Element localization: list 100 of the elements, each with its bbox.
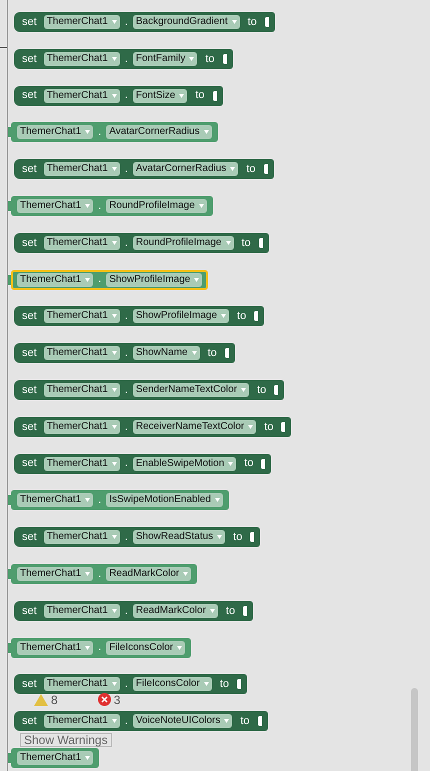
caret-icon	[112, 719, 117, 724]
component-dropdown[interactable]: ThemerChat1	[17, 198, 94, 213]
getter-block[interactable]: ThemerChat1 . RoundProfileImage	[11, 196, 213, 216]
component-dropdown[interactable]: ThemerChat1	[44, 530, 120, 544]
dot-separator: .	[124, 236, 128, 251]
property-dropdown[interactable]: FontSize	[132, 88, 188, 103]
property-dropdown[interactable]: FontFamily	[132, 52, 198, 66]
property-dropdown[interactable]: ShowReadStatus	[132, 530, 226, 544]
setter-block[interactable]: set ThemerChat1 . FileIconsColor to	[14, 674, 247, 694]
setter-block[interactable]: set ThemerChat1 . RoundProfileImage to	[14, 232, 269, 253]
component-dropdown[interactable]: ThemerChat1	[44, 162, 120, 176]
set-label: set	[21, 52, 38, 67]
component-dropdown[interactable]: ThemerChat1	[44, 309, 120, 324]
input-socket-icon	[264, 164, 268, 174]
property-dropdown[interactable]: IsSwipeMotionEnabled	[106, 493, 223, 508]
getter-block[interactable]: ThemerChat1 . ReadMarkColor	[11, 564, 198, 584]
dot-separator: .	[98, 125, 102, 140]
input-socket-icon	[254, 311, 258, 322]
getter-block[interactable]: ThemerChat1 . FileIconsColor	[11, 638, 192, 658]
component-dropdown[interactable]: ThemerChat1	[44, 88, 120, 103]
caret-icon	[112, 351, 117, 356]
component-dropdown[interactable]: ThemerChat1	[44, 15, 120, 29]
component-dropdown[interactable]: ThemerChat1	[44, 382, 120, 397]
setter-block[interactable]: set ThemerChat1 . BackgroundGradient to	[14, 12, 275, 32]
caret-icon	[210, 608, 215, 613]
caret-icon	[179, 94, 184, 98]
component-dropdown[interactable]: ThemerChat1	[17, 493, 94, 508]
property-dropdown[interactable]: BackgroundGradient	[132, 15, 240, 29]
property-dropdown[interactable]: ReceiverNameTextColor	[132, 420, 256, 434]
component-dropdown[interactable]: ThemerChat1	[17, 750, 94, 765]
connector-tab-icon	[8, 568, 11, 579]
to-label: to	[204, 52, 216, 67]
to-label: to	[206, 346, 218, 361]
caret-icon	[112, 240, 117, 245]
component-dropdown[interactable]: ThemerChat1	[44, 420, 120, 434]
setter-block[interactable]: set ThemerChat1 . EnableSwipeMotion to	[14, 454, 272, 474]
caret-icon	[112, 682, 117, 686]
setter-block[interactable]: set ThemerChat1 . FontFamily to	[14, 48, 233, 69]
setter-block[interactable]: set ThemerChat1 . FontSize to	[14, 86, 223, 106]
dot-separator: .	[124, 14, 128, 30]
component-dropdown[interactable]: ThemerChat1	[44, 52, 120, 66]
property-dropdown[interactable]: ShowProfileImage	[132, 309, 230, 324]
property-dropdown[interactable]: ReadMarkColor	[106, 566, 192, 581]
component-block[interactable]: ThemerChat1	[11, 748, 100, 768]
dot-separator: .	[124, 162, 128, 177]
caret-icon	[85, 204, 90, 208]
dot-separator: .	[98, 493, 102, 508]
setter-block[interactable]: set ThemerChat1 . AvatarCornerRadius to	[14, 159, 274, 180]
show-warnings-button[interactable]: Show Warnings	[20, 733, 112, 747]
to-label: to	[236, 309, 248, 324]
component-dropdown[interactable]: ThemerChat1	[17, 566, 94, 581]
input-socket-icon	[274, 384, 278, 395]
property-dropdown[interactable]: AvatarCornerRadius	[106, 125, 212, 140]
setter-block[interactable]: set ThemerChat1 . VoiceNoteUIColors to	[14, 711, 268, 732]
caret-icon	[85, 278, 90, 282]
component-dropdown[interactable]: ThemerChat1	[44, 236, 120, 250]
component-dropdown[interactable]: ThemerChat1	[17, 272, 94, 287]
setter-block[interactable]: set ThemerChat1 . ShowProfileImage to	[14, 306, 264, 326]
caret-icon	[232, 20, 237, 24]
property-dropdown[interactable]: FileIconsColor	[132, 677, 212, 692]
component-dropdown[interactable]: ThemerChat1	[44, 456, 120, 471]
component-dropdown[interactable]: ThemerChat1	[17, 640, 94, 655]
getter-block[interactable]: ThemerChat1 . IsSwipeMotionEnabled	[11, 490, 229, 510]
component-dropdown[interactable]: ThemerChat1	[44, 346, 120, 360]
property-dropdown[interactable]: FileIconsColor	[106, 640, 186, 655]
property-dropdown[interactable]: EnableSwipeMotion	[132, 456, 236, 471]
dot-separator: .	[98, 640, 102, 656]
setter-block[interactable]: set ThemerChat1 . SenderNameTextColor to	[14, 380, 284, 400]
caret-icon	[85, 130, 90, 134]
property-dropdown[interactable]: SenderNameTextColor	[132, 382, 250, 397]
caret-icon	[112, 424, 117, 429]
caret-icon	[241, 388, 246, 392]
property-dropdown[interactable]: AvatarCornerRadius	[132, 162, 238, 176]
to-label: to	[246, 14, 258, 30]
scrollbar[interactable]	[411, 688, 418, 771]
component-dropdown[interactable]: ThemerChat1	[44, 677, 120, 692]
dot-separator: .	[124, 714, 128, 729]
getter-block[interactable]: ThemerChat1 . AvatarCornerRadius	[11, 122, 218, 142]
set-label: set	[21, 236, 38, 251]
input-socket-icon	[222, 54, 227, 64]
dot-separator: .	[124, 456, 128, 472]
component-dropdown[interactable]: ThemerChat1	[17, 125, 94, 140]
property-dropdown[interactable]: ShowProfileImage	[106, 272, 202, 287]
property-dropdown[interactable]: RoundProfileImage	[132, 236, 234, 250]
set-label: set	[21, 88, 38, 104]
component-dropdown[interactable]: ThemerChat1	[44, 604, 120, 618]
setter-block[interactable]: set ThemerChat1 . ReadMarkColor to	[14, 600, 254, 621]
set-label: set	[21, 346, 38, 361]
component-dropdown[interactable]: ThemerChat1	[44, 714, 120, 728]
property-dropdown[interactable]: VoiceNoteUIColors	[132, 714, 232, 728]
set-label: set	[21, 14, 38, 30]
property-dropdown[interactable]: ReadMarkColor	[132, 604, 218, 618]
property-dropdown[interactable]: RoundProfileImage	[106, 198, 207, 213]
set-label: set	[21, 162, 38, 177]
setter-block[interactable]: set ThemerChat1 . ShowName to	[14, 343, 235, 364]
setter-block[interactable]: set ThemerChat1 . ShowReadStatus to	[14, 527, 260, 548]
setter-block[interactable]: set ThemerChat1 . ReceiverNameTextColor to	[14, 416, 292, 437]
dot-separator: .	[124, 604, 128, 618]
getter-block[interactable]: ThemerChat1 . ShowProfileImage	[11, 270, 208, 290]
property-dropdown[interactable]: ShowName	[132, 346, 200, 360]
